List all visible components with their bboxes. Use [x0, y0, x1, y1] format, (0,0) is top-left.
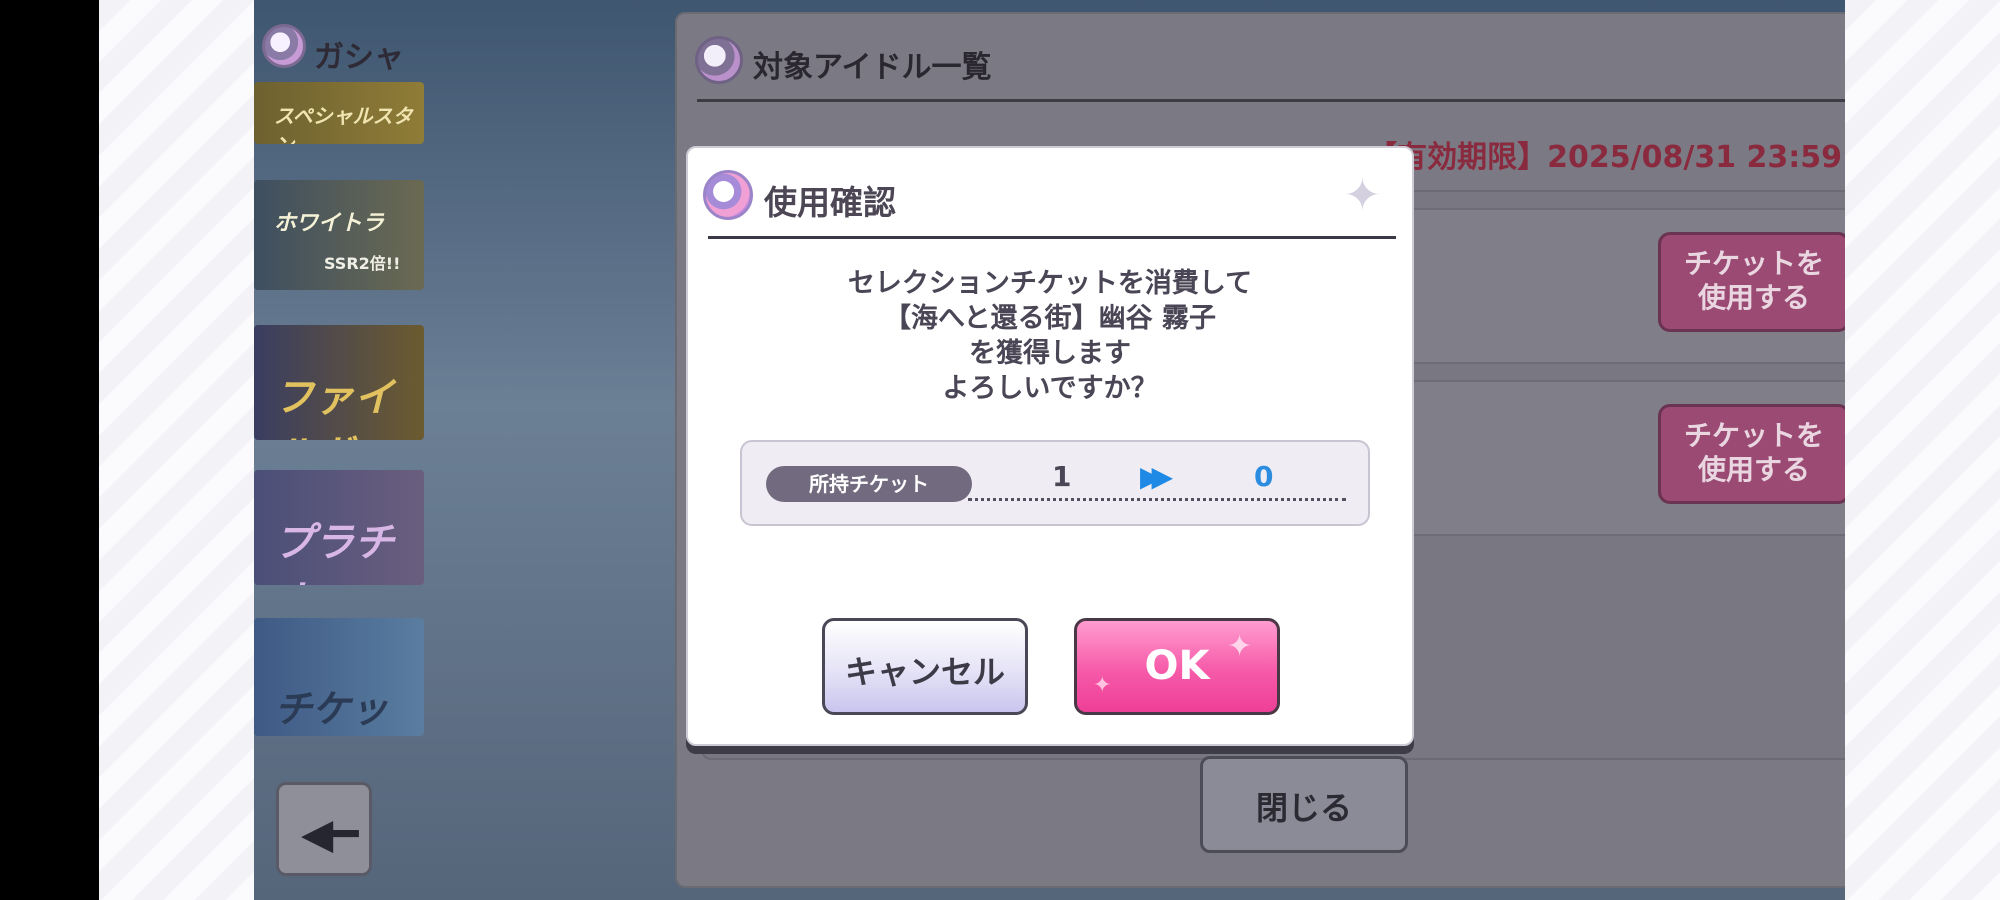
banner-text: プラチナ [274, 520, 394, 585]
sparkle-icon: ✦ [1344, 170, 1381, 221]
message-line: セレクションチケットを消費して [847, 268, 1253, 299]
gacha-banner[interactable]: スペシャルスタン [254, 82, 424, 144]
gacha-logo-icon [262, 24, 306, 68]
cancel-label: キャンセル [844, 653, 1005, 691]
title-divider [697, 99, 1845, 102]
left-arrow-icon: ◀━ [301, 809, 359, 858]
ok-label: OK [1144, 643, 1210, 689]
use-ticket-label: チケットを 使用する [1683, 419, 1824, 486]
confirm-dialog: 使用確認 ✦ セレクションチケットを消費して 【海へと還る街】幽谷 霧子 を獲得… [686, 146, 1414, 746]
gacha-banner[interactable]: チケット [254, 618, 424, 736]
ticket-count-box: 所持チケット 1 ▶▶ 0 [740, 440, 1370, 526]
dialog-logo-icon [703, 170, 753, 220]
message-line: を獲得します [969, 338, 1131, 369]
ticket-label: 所持チケット [766, 466, 972, 502]
gacha-title: ガシャ [314, 40, 404, 75]
cancel-button[interactable]: キャンセル [822, 618, 1028, 715]
ok-button[interactable]: ✦ ✦ OK [1074, 618, 1280, 715]
dialog-title: 使用確認 [764, 183, 896, 222]
use-ticket-button[interactable]: チケットを 使用する [1658, 232, 1845, 332]
gacha-banner[interactable]: プラチナ [254, 470, 424, 585]
message-line: 【海へと還る街】幽谷 霧子 [883, 303, 1217, 334]
close-button[interactable]: 閉じる [1200, 756, 1408, 853]
banner-text: チケット [274, 687, 389, 731]
banner-text: ホワイトラ [274, 211, 385, 236]
close-label: 閉じる [1255, 789, 1352, 827]
left-margin [99, 0, 254, 900]
banner-text: スペシャルスタン [274, 104, 413, 144]
ticket-count-before: 1 [1052, 460, 1072, 493]
window-title: 対象アイドル一覧 [753, 50, 992, 85]
message-line: よろしいですか？ [942, 373, 1158, 404]
expiry-deadline: 【有効期限】2025/08/31 23:59まで [1367, 140, 1845, 175]
gacha-header: ガシャ [254, 12, 424, 75]
banner-subtext: SSR2倍!! [324, 254, 401, 273]
banner-text: ファイルガ [274, 375, 394, 440]
screen: ガシャ スペシャルスタン ホワイトラ SSR2倍!! ファイルガ プラチナ チケ… [0, 0, 2000, 900]
double-chevron-right-icon: ▶▶ [1140, 460, 1173, 493]
dialog-message: セレクションチケットを消費して 【海へと還る街】幽谷 霧子 を獲得します よろし… [688, 266, 1412, 406]
right-margin [1845, 0, 2000, 900]
gacha-banner[interactable]: ホワイトラ SSR2倍!! [254, 180, 424, 290]
ticket-count-after: 0 [1254, 460, 1274, 493]
use-ticket-label: チケットを 使用する [1683, 247, 1824, 314]
back-button[interactable]: ◀━ [276, 782, 372, 876]
window-logo-icon [695, 36, 743, 84]
dotted-divider [968, 498, 1346, 501]
title-divider [708, 236, 1396, 239]
gacha-banner[interactable]: ファイルガ [254, 325, 424, 440]
use-ticket-button[interactable]: チケットを 使用する [1658, 404, 1845, 504]
